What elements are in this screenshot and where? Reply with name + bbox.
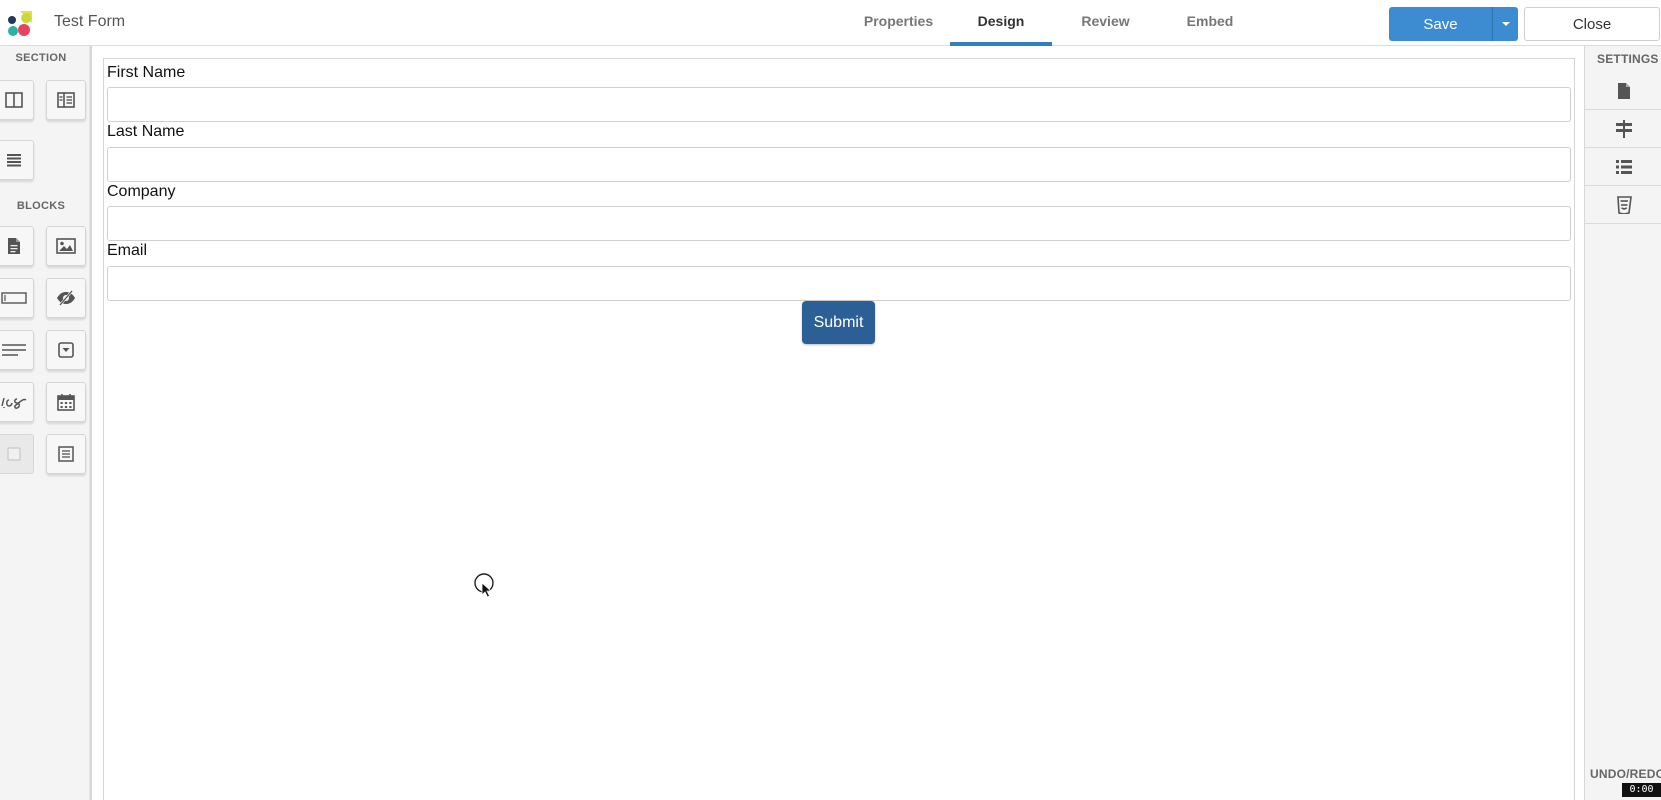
tab-properties[interactable]: Properties [847,0,950,46]
two-column-layout-icon [5,92,23,108]
signature-block-tool[interactable] [0,382,34,422]
tab-embed[interactable]: Embed [1159,0,1261,46]
submit-button[interactable]: Submit [802,301,875,344]
section-heading: SECTION [15,52,67,64]
last-name-label: Last Name [107,123,185,140]
app-title: Test Form [54,13,126,30]
dropdown-icon [58,342,74,358]
document-icon [8,238,20,254]
paragraph-block-tool[interactable] [0,330,34,370]
sidebar-layout-tool[interactable] [46,80,86,120]
paragraph-icon [2,344,26,356]
eye-slash-icon [57,290,75,306]
two-column-layout-tool[interactable] [0,80,34,120]
blocks-heading: BLOCKS [16,200,66,212]
css-icon [1616,195,1632,214]
hidden-field-block-tool[interactable] [46,278,86,318]
first-name-label: First Name [107,64,186,81]
save-button[interactable]: Save [1389,7,1493,41]
caret-down-icon [1501,22,1510,26]
form-list-icon [58,446,74,462]
tab-design[interactable]: Design [950,0,1052,46]
tab-review[interactable]: Review [1052,0,1159,46]
text-input-icon [1,292,27,304]
list-icon [1615,159,1632,174]
top-header: Test Form Properties Design Review Embed… [0,0,1661,46]
signpost-icon [1615,119,1632,138]
image-icon [56,238,76,254]
sidebar-edge [89,46,92,800]
single-column-tool[interactable] [0,140,34,180]
undo-redo-heading: UNDO/REDO [1590,767,1661,781]
dropdown-block-tool[interactable] [46,330,86,370]
settings-heading: SETTINGS [1597,52,1659,66]
company-label: Company [107,183,176,200]
list-settings-button[interactable] [1585,148,1661,186]
email-input[interactable] [107,266,1571,301]
single-column-icon [7,154,21,167]
sidebar-layout-icon [57,92,75,108]
save-options-button[interactable] [1493,7,1518,41]
app-logo-icon [8,11,32,36]
document-block-tool[interactable] [0,226,34,266]
save-button-group: Save [1389,7,1518,41]
mouse-cursor-icon [474,573,494,598]
email-label: Email [107,242,148,259]
image-block-tool[interactable] [46,226,86,266]
checkbox-block-tool[interactable] [0,434,34,474]
first-name-input[interactable] [107,87,1571,122]
timecode-badge: 0:00 [1622,783,1661,797]
right-settings-panel: SETTINGS UNDO/REDO [1584,46,1661,800]
last-name-input[interactable] [107,147,1571,182]
calendar-icon [57,394,75,411]
navigation-settings-button[interactable] [1585,110,1661,148]
checkbox-icon [7,447,21,461]
form-canvas: First Name Last Name Company Email Submi… [103,58,1575,800]
text-input-block-tool[interactable] [0,278,34,318]
left-toolbox: SECTION BLOCKS [0,46,92,800]
form-list-block-tool[interactable] [46,434,86,474]
signature-icon [1,397,27,409]
css-settings-button[interactable] [1585,186,1661,224]
company-input[interactable] [107,206,1571,241]
page-settings-button[interactable] [1585,72,1661,110]
close-button[interactable]: Close [1524,7,1660,41]
date-block-tool[interactable] [46,382,86,422]
main-tabs: Properties Design Review Embed [847,0,1261,46]
file-icon [1617,82,1630,99]
